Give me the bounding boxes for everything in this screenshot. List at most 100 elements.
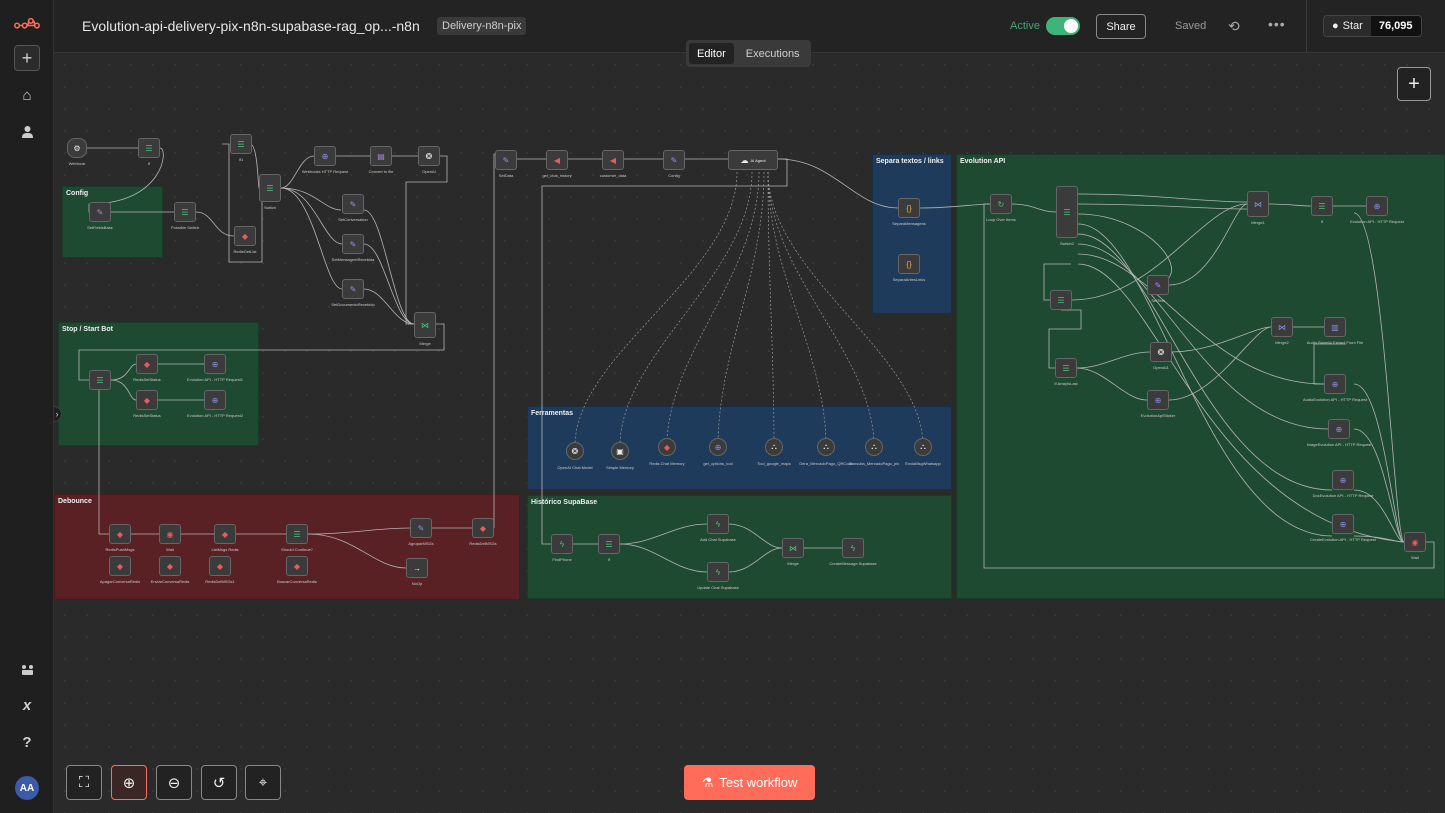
- convert-node[interactable]: ▤ Convert to file: [369, 146, 393, 174]
- get-chat-node[interactable]: ◀ get_chat_history: [542, 150, 572, 178]
- redis-del2-node[interactable]: ◆ RedisDelMSGs1: [205, 556, 235, 584]
- tab-editor[interactable]: Editor: [689, 43, 734, 64]
- ai-agent-node[interactable]: ☁ AI Agent: [728, 150, 778, 170]
- merge-node[interactable]: ⋈ Merge: [414, 312, 436, 346]
- workflow-canvas[interactable]: Config Stop / Start Bot Debounce Ferrame…: [54, 54, 1445, 813]
- test-workflow-button[interactable]: ⚗ Test workflow: [684, 765, 815, 800]
- reset-zoom-button[interactable]: ↺: [201, 765, 237, 800]
- gera-pix-node[interactable]: ⛬ Gera_MercadoPago_QRCode: [799, 438, 853, 466]
- add-icon[interactable]: +: [14, 45, 40, 71]
- if-sup-node[interactable]: ☰ If: [598, 534, 620, 562]
- user-icon[interactable]: [14, 118, 40, 144]
- templates-icon[interactable]: [14, 657, 40, 683]
- set-data-node[interactable]: ✎ SetData: [495, 150, 517, 178]
- webhook-node[interactable]: ⚙ Webhook: [67, 138, 87, 166]
- switch-node[interactable]: ☰ Switch: [259, 174, 281, 210]
- if1-node[interactable]: ☰ If1: [230, 134, 252, 162]
- customer-node[interactable]: ◀ customer_data: [600, 150, 626, 178]
- update-chat-node[interactable]: ϟ Update Chat Supabase: [697, 562, 739, 590]
- http-node[interactable]: ⊕ Webhooks HTTP Request: [302, 146, 348, 174]
- redis-memory-node[interactable]: ◆ Redis Chat Memory: [649, 438, 685, 466]
- workflow-title[interactable]: Evolution-api-delivery-pix-n8n-supabase-…: [82, 18, 420, 34]
- switch2-node[interactable]: ☰ Switch2: [1056, 186, 1078, 246]
- set-text-node[interactable]: ✎ SetText: [1147, 275, 1169, 303]
- avatar[interactable]: AA: [15, 776, 39, 800]
- redis-get-node[interactable]: ◆ RedisGetList: [234, 226, 256, 254]
- help-icon[interactable]: ?: [14, 729, 40, 755]
- buscar-node[interactable]: ◆ BuscarConversaRedis: [277, 556, 317, 584]
- if-ev2-node[interactable]: ☰ If ArrayIsLast: [1054, 358, 1078, 386]
- openai-icon: ❂: [571, 446, 579, 456]
- share-button[interactable]: Share: [1096, 14, 1146, 39]
- enviar-conv-node[interactable]: ◆ EnviarConversaRedis: [151, 556, 189, 584]
- loop-node[interactable]: ↻ Loop Over Items: [986, 194, 1016, 222]
- home-icon[interactable]: ⌂: [14, 82, 40, 108]
- add-chat-node[interactable]: ϟ Add Chat Supabase: [700, 514, 736, 542]
- wait2-node[interactable]: ◉ Wait: [1404, 532, 1426, 560]
- consulta-pix-node[interactable]: ⛬ Consulta_MercadoPago_pix: [849, 438, 899, 466]
- openai-icon: ❂: [1157, 347, 1165, 357]
- agrupar-node[interactable]: ✎ AgruparMSGs: [408, 518, 434, 546]
- envia-msg-node[interactable]: ⛬ EnviaMsgWhatsapp: [905, 438, 941, 466]
- set-conversation-node[interactable]: ✎ SetConversation: [338, 194, 368, 222]
- audio-evo-node[interactable]: ⊕ AudioEvolution API - HTTP Request: [1303, 374, 1367, 402]
- set-mensagem-node[interactable]: ✎ SetMensagemRecebida: [332, 234, 374, 262]
- supabase-icon: ϟ: [715, 519, 721, 529]
- evolution-http-node[interactable]: ⊕ Evolution API - HTTP Request: [1350, 196, 1404, 224]
- set-documento-node[interactable]: ✎ SetDocumentoRecebido: [331, 279, 375, 307]
- create-msg-node[interactable]: ϟ CreateMessage Supabase: [829, 538, 877, 566]
- github-star-button[interactable]: ● Star 76,095: [1323, 15, 1422, 37]
- variables-icon[interactable]: x: [14, 692, 40, 718]
- merge-sup-node[interactable]: ⋈ Merge: [782, 538, 804, 566]
- zoom-out-button[interactable]: ⊖: [156, 765, 192, 800]
- robot-icon: ☁ AI Agent: [740, 155, 766, 165]
- workflow-tag[interactable]: Delivery-n8n-pix: [437, 17, 527, 35]
- add-node-button[interactable]: +: [1397, 67, 1431, 101]
- active-toggle[interactable]: [1046, 17, 1080, 35]
- zoom-in-button[interactable]: ⊕: [111, 765, 147, 800]
- more-options-icon[interactable]: •••: [1268, 16, 1286, 32]
- switch-bot-node[interactable]: ☰: [89, 370, 111, 390]
- simple-memory-node[interactable]: ▣ Simple Memory: [606, 442, 634, 470]
- evolution-api1-node[interactable]: ⊕ Evolution API - HTTP Request1: [187, 354, 243, 382]
- redis-icon: ◆: [143, 359, 151, 369]
- find-phone-node[interactable]: ϟ FindPhone: [551, 534, 573, 562]
- no-op-node[interactable]: → NoOp: [406, 558, 428, 586]
- merge3-node[interactable]: ⋈ Merge2: [1271, 317, 1293, 345]
- if-node[interactable]: ☰ If: [138, 138, 160, 166]
- get-options-node[interactable]: ⊕ get_options_tool: [703, 438, 733, 466]
- openai2-node[interactable]: ❂ OpenAI1: [1150, 342, 1172, 370]
- wait-node[interactable]: ◉ Wait: [159, 524, 181, 552]
- openai-node[interactable]: ❂ OpenAI: [418, 146, 440, 174]
- if-ev3-node[interactable]: ☰: [1050, 290, 1072, 310]
- audio-convert-node[interactable]: ▥ Audio Base64 Extract From File: [1307, 317, 1363, 345]
- list-msgs-node[interactable]: ◆ ListMsgs Redis: [211, 524, 239, 552]
- image-evo-node[interactable]: ⊕ ImageEvolution API - HTTP Request: [1307, 419, 1371, 447]
- doc-evo-node[interactable]: ⊕ DocEvolution API - HTTP Request: [1313, 470, 1373, 498]
- redis-push-node[interactable]: ◆ RedisPushMsgs: [106, 524, 134, 552]
- openai-chat-node[interactable]: ❂ OpenAI Chat Model: [557, 442, 593, 470]
- code2-node[interactable]: {} SeparaAntesLinks: [893, 254, 925, 282]
- history-icon[interactable]: ⟲: [1228, 18, 1240, 35]
- tool-google-node[interactable]: ⛬ Tool_google_maps: [757, 438, 791, 466]
- remove-status-node[interactable]: ◆ RedisSetStatus: [133, 354, 161, 382]
- fit-view-button[interactable]: ⛶: [66, 765, 102, 800]
- tab-executions[interactable]: Executions: [738, 43, 808, 64]
- github-star-count: 76,095: [1370, 16, 1421, 36]
- evolution-sticker-node[interactable]: ⊕ EvolutionApiSticker: [1141, 390, 1175, 418]
- config-node[interactable]: ✎ Config: [663, 150, 685, 178]
- should-continue-node[interactable]: ☰ Should Continue?: [281, 524, 313, 552]
- code1-node[interactable]: {} SeparaMensagens: [892, 198, 926, 226]
- tidy-up-button[interactable]: ⌖: [245, 765, 281, 800]
- possible-switch-node[interactable]: ☰ Possible Switch: [171, 202, 199, 230]
- redis-icon: ◆: [166, 561, 174, 571]
- redis-set-node[interactable]: ◆ RedisSetStatus: [133, 390, 161, 418]
- if-ev-node[interactable]: ☰ If: [1311, 196, 1333, 224]
- set-fields-node[interactable]: ✎ SetFieldsBase: [87, 202, 113, 230]
- create-evo-node[interactable]: ⊕ CreateEvolution API - HTTP Request: [1310, 514, 1376, 542]
- apagar-node[interactable]: ◆ ApagarConversaRedis: [100, 556, 140, 584]
- n8n-logo-icon[interactable]: [14, 11, 40, 37]
- merge2-node[interactable]: ⋈ Merge1: [1247, 191, 1269, 225]
- redis-del-node[interactable]: ◆ RedisDelMSGs: [469, 518, 497, 546]
- evolution-api2-node[interactable]: ⊕ Evolution API - HTTP Request2: [187, 390, 243, 418]
